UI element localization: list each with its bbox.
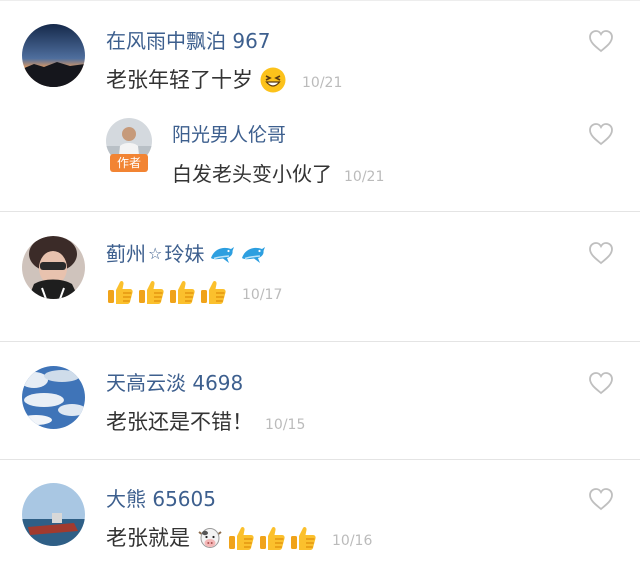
cow-face-emoji-icon	[196, 524, 224, 552]
dolphin-emoji-icon	[239, 240, 267, 268]
thumbs-up-emoji-icon	[168, 278, 196, 306]
comment-date: 10/17	[242, 287, 283, 303]
avatar[interactable]	[22, 483, 85, 546]
comment-username-suffix: 玲妹	[164, 242, 205, 266]
thumbs-up-emoji-icon	[106, 278, 134, 306]
heart-outline-icon[interactable]	[588, 29, 614, 53]
comment-username[interactable]: 大熊 65605	[106, 486, 216, 512]
comment-text: 老张年轻了十岁	[106, 68, 253, 92]
comment-text: 老张就是	[106, 526, 190, 550]
avatar[interactable]	[22, 236, 85, 299]
avatar[interactable]	[22, 24, 85, 87]
reply-text: 白发老头变小伙了	[172, 162, 332, 186]
star-symbol: ☆	[148, 244, 163, 263]
comment-item: 天高云淡 4698 老张还是不错！ 10/15	[0, 342, 640, 460]
comment-text-row: 10/17	[106, 278, 282, 306]
author-badge: 作者	[110, 154, 148, 172]
reply-text-row: 白发老头变小伙了 10/21	[172, 160, 384, 188]
heart-outline-icon[interactable]	[588, 487, 614, 511]
reply-date: 10/21	[344, 169, 385, 185]
heart-outline-icon[interactable]	[588, 371, 614, 395]
comment-username-row[interactable]: 蓟州 ☆ 玲妹	[106, 240, 270, 268]
reply-username[interactable]: 阳光男人伦哥	[172, 122, 286, 148]
thumbs-up-emoji-icon	[258, 524, 286, 552]
comment-text-row: 老张年轻了十岁 10/21	[106, 66, 342, 94]
comment-text-row: 老张还是不错！ 10/15	[106, 408, 305, 436]
thumbs-up-emoji-icon	[137, 278, 165, 306]
heart-outline-icon[interactable]	[588, 122, 614, 146]
comment-text-row: 老张就是 10/16	[106, 524, 372, 552]
comment-date: 10/15	[265, 417, 306, 433]
comment-item: 大熊 65605 老张就是 10/16	[0, 460, 640, 577]
comment-item: 蓟州 ☆ 玲妹 10/17	[0, 212, 640, 342]
comment-item: 在风雨中飘泊 967 老张年轻了十岁 10/21 作者 阳光男人伦哥 白发老头变…	[0, 0, 640, 212]
comment-date: 10/16	[332, 533, 373, 549]
comment-username: 蓟州	[106, 242, 146, 266]
thumbs-up-emoji-icon	[199, 278, 227, 306]
comment-date: 10/21	[302, 75, 343, 91]
grinning-squint-emoji-icon	[259, 66, 287, 94]
avatar[interactable]	[22, 366, 85, 429]
dolphin-emoji-icon	[208, 240, 236, 268]
comment-username[interactable]: 在风雨中飘泊 967	[106, 28, 271, 54]
comment-username[interactable]: 天高云淡 4698	[106, 370, 243, 396]
reply-item: 作者 阳光男人伦哥 白发老头变小伙了 10/21	[106, 118, 640, 198]
thumbs-up-emoji-icon	[289, 524, 317, 552]
comment-text: 老张还是不错！	[106, 410, 253, 434]
thumbs-up-emoji-icon	[227, 524, 255, 552]
heart-outline-icon[interactable]	[588, 241, 614, 265]
